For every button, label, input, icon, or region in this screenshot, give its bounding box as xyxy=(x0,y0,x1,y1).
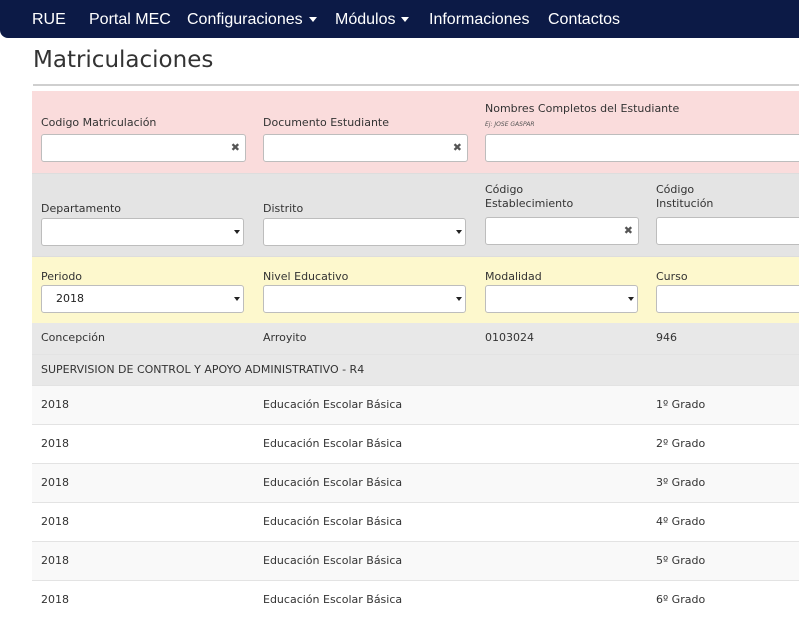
label-periodo: Periodo xyxy=(41,270,83,283)
label-curso: Curso xyxy=(656,270,688,283)
label-nombres-completos: Nombres Completos del Estudiante xyxy=(485,102,680,115)
institution-row: SUPERVISION DE CONTROL Y APOYO ADMINISTR… xyxy=(32,355,799,386)
codigo-institucion-input[interactable] xyxy=(656,217,799,245)
table-row[interactable]: 2018 Educación Escolar Básica 2º Grado xyxy=(32,425,799,464)
page-title: Matriculaciones xyxy=(33,47,214,73)
nav-item-label: Informaciones xyxy=(429,11,530,28)
institution-name: SUPERVISION DE CONTROL Y APOYO ADMINISTR… xyxy=(41,363,365,376)
summary-codigo-institucion: 946 xyxy=(656,331,677,344)
clear-x-icon[interactable]: ✖ xyxy=(231,142,240,154)
row-curso: 6º Grado xyxy=(656,593,706,606)
row-nivel: Educación Escolar Básica xyxy=(263,554,403,567)
nav-item-contactos[interactable]: Contactos xyxy=(548,10,620,30)
nav-item-portal-mec[interactable]: Portal MEC xyxy=(89,10,171,30)
nav-item-label: Portal MEC xyxy=(89,11,171,28)
nav-item-label: Módulos xyxy=(335,11,396,28)
hint-nombres-completos: Ej: JOSE GASPAR xyxy=(485,121,535,128)
nav-item-label: Configuraciones xyxy=(187,11,303,28)
curso-select[interactable] xyxy=(656,285,799,313)
row-nivel: Educación Escolar Básica xyxy=(263,437,403,450)
label-codigo-establecimiento-1: Código xyxy=(485,183,524,196)
chevron-down-icon[interactable] xyxy=(454,219,465,245)
row-periodo: 2018 xyxy=(41,437,69,450)
clear-x-icon[interactable]: ✖ xyxy=(453,142,462,154)
departamento-select[interactable] xyxy=(41,218,244,246)
nav-item-informaciones[interactable]: Informaciones xyxy=(429,10,530,30)
nav-brand-rue[interactable]: RUE xyxy=(32,10,66,30)
filter-row-course: Periodo 2018 Nivel Educativo Modalidad C… xyxy=(32,257,799,324)
table-row[interactable]: 2018 Educación Escolar Básica 6º Grado xyxy=(32,581,799,618)
row-periodo: 2018 xyxy=(41,398,69,411)
filter-row-student: Codigo Matriculación ✖ Documento Estudia… xyxy=(32,91,799,174)
caret-down-icon xyxy=(308,17,317,23)
row-nivel: Educación Escolar Básica xyxy=(263,515,403,528)
table-row[interactable]: 2018 Educación Escolar Básica 4º Grado xyxy=(32,503,799,542)
label-departamento: Departamento xyxy=(41,202,122,215)
label-codigo-matriculacion: Codigo Matriculación xyxy=(41,116,157,129)
summary-codigo-establecimiento: 0103024 xyxy=(485,331,534,344)
modalidad-select[interactable] xyxy=(485,285,638,313)
nav-item-modulos[interactable]: Módulos xyxy=(335,10,410,30)
label-distrito: Distrito xyxy=(263,202,304,215)
row-nivel: Educación Escolar Básica xyxy=(263,476,403,489)
summary-row: Concepción Arroyito 0103024 946 xyxy=(32,323,799,355)
row-periodo: 2018 xyxy=(41,476,69,489)
table-row[interactable]: 2018 Educación Escolar Básica 1º Grado xyxy=(32,386,799,425)
nivel-educativo-select[interactable] xyxy=(263,285,466,313)
nav-item-label: Contactos xyxy=(548,11,621,28)
summary-distrito: Arroyito xyxy=(263,331,307,344)
row-periodo: 2018 xyxy=(41,554,69,567)
codigo-establecimiento-input[interactable]: ✖ xyxy=(485,217,639,245)
chevron-down-icon[interactable] xyxy=(232,219,243,245)
row-periodo: 2018 xyxy=(41,593,69,606)
caret-down-icon xyxy=(401,17,410,23)
periodo-select-value: 2018 xyxy=(56,292,84,305)
table-row[interactable]: 2018 Educación Escolar Básica 3º Grado xyxy=(32,464,799,503)
codigo-matriculacion-input[interactable]: ✖ xyxy=(41,134,246,162)
label-documento-estudiante: Documento Estudiante xyxy=(263,116,390,129)
row-curso: 3º Grado xyxy=(656,476,706,489)
row-nivel: Educación Escolar Básica xyxy=(263,593,403,606)
documento-estudiante-input[interactable]: ✖ xyxy=(263,134,468,162)
clear-x-icon[interactable]: ✖ xyxy=(624,225,633,237)
row-curso: 2º Grado xyxy=(656,437,706,450)
top-navbar: RUE Portal MEC Configuraciones Módulos I… xyxy=(0,0,799,38)
row-periodo: 2018 xyxy=(41,515,69,528)
label-codigo-institucion-2: Institución xyxy=(656,197,714,210)
periodo-select[interactable]: 2018 xyxy=(41,285,244,313)
summary-departamento: Concepción xyxy=(41,331,105,344)
title-divider xyxy=(33,84,799,86)
label-nivel-educativo: Nivel Educativo xyxy=(263,270,349,283)
nav-item-configuraciones[interactable]: Configuraciones xyxy=(187,10,317,30)
chevron-down-icon[interactable] xyxy=(232,286,243,312)
row-curso: 5º Grado xyxy=(656,554,706,567)
distrito-select[interactable] xyxy=(263,218,466,246)
label-modalidad: Modalidad xyxy=(485,270,542,283)
table-row[interactable]: 2018 Educación Escolar Básica 5º Grado xyxy=(32,542,799,581)
label-codigo-institucion-1: Código xyxy=(656,183,695,196)
chevron-down-icon[interactable] xyxy=(626,286,637,312)
row-nivel: Educación Escolar Básica xyxy=(263,398,403,411)
row-curso: 4º Grado xyxy=(656,515,706,528)
filter-row-location: Departamento Distrito Código Establecimi… xyxy=(32,174,799,257)
label-codigo-establecimiento-2: Establecimiento xyxy=(485,197,574,210)
row-curso: 1º Grado xyxy=(656,398,706,411)
chevron-down-icon[interactable] xyxy=(454,286,465,312)
matriculaciones-table: Codigo Matriculación ✖ Documento Estudia… xyxy=(32,91,799,618)
nombres-completos-input[interactable] xyxy=(485,134,799,162)
